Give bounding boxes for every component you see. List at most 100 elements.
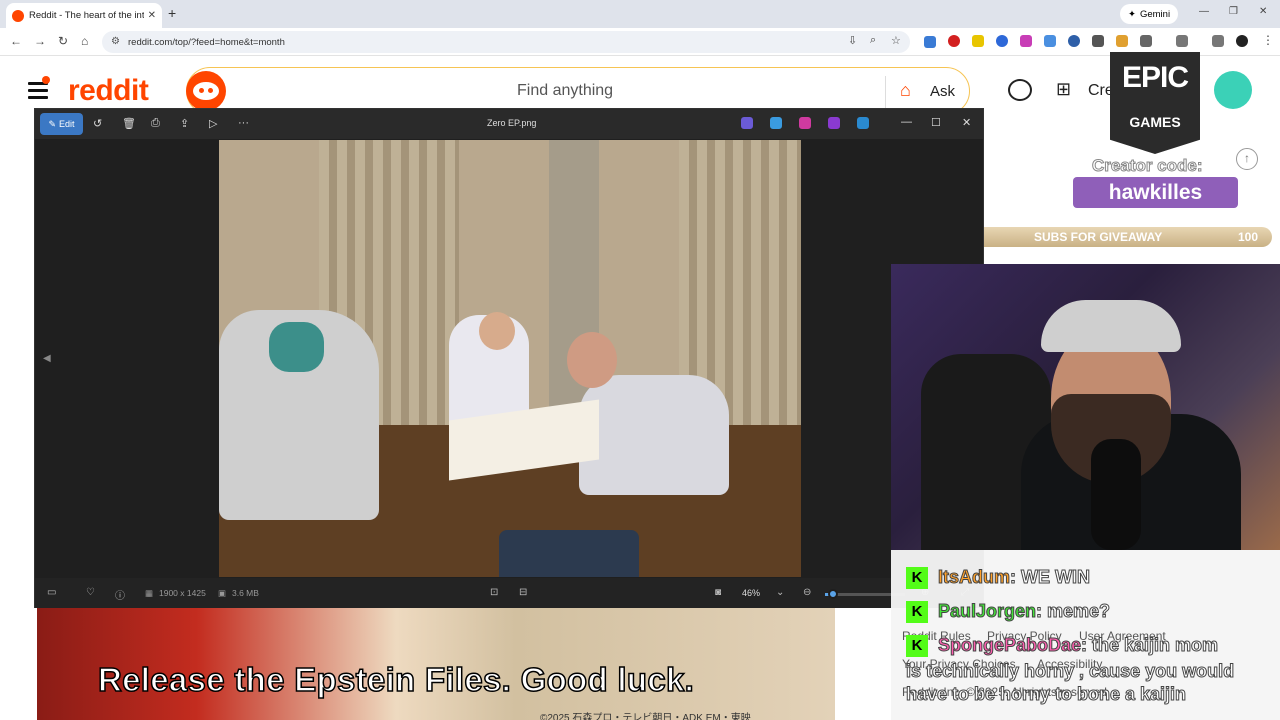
extensions-puzzle-icon[interactable] xyxy=(1140,35,1152,47)
site-info-icon[interactable]: ⚙ xyxy=(111,36,120,47)
avatar[interactable] xyxy=(1214,71,1252,109)
create-icon[interactable]: ⊞ xyxy=(1056,79,1071,100)
chat-icon[interactable] xyxy=(1008,79,1032,101)
chat-username: ItsAdum xyxy=(938,567,1011,588)
favorite-icon[interactable]: ♡ xyxy=(86,587,95,598)
edit-label: Edit xyxy=(59,119,75,129)
screenshot-icon[interactable]: ◙ xyxy=(715,587,721,598)
install-icon[interactable]: ⇩ xyxy=(848,34,857,47)
menu-icon[interactable] xyxy=(28,76,50,99)
home-icon[interactable]: ⌂ xyxy=(81,34,88,48)
chat-message: K SpongePaboDae: the kaijin mom xyxy=(906,635,1219,658)
delete-icon[interactable]: 🗑 xyxy=(122,117,136,130)
reddit-logo[interactable]: reddit xyxy=(68,74,149,108)
onedrive-icon[interactable] xyxy=(857,117,869,129)
tab-strip: Reddit - The heart of the intern ✕ + ✦ G… xyxy=(0,0,1280,28)
previous-image-icon[interactable]: ◀ xyxy=(43,353,51,364)
tab-title: Reddit - The heart of the intern xyxy=(29,10,144,21)
bookmark-star-icon[interactable]: ☆ xyxy=(891,34,901,47)
edit-icon: ✎ xyxy=(48,118,57,129)
zoom-out-icon[interactable]: ⊖ xyxy=(803,587,811,598)
epic-logo-line1: EPIC xyxy=(1121,61,1189,94)
desk-phone xyxy=(499,530,639,577)
zoom-dropdown-icon[interactable]: ⌄ xyxy=(776,587,784,598)
viewer-minimize-icon[interactable]: — xyxy=(901,116,912,128)
extension-icon[interactable] xyxy=(1092,35,1104,47)
close-window-icon[interactable]: ✕ xyxy=(1259,6,1267,17)
share-icon[interactable]: ⇪ xyxy=(180,117,189,130)
snoo-icon xyxy=(186,71,226,111)
edit-button[interactable]: ✎ Edit xyxy=(40,113,83,135)
file-size-icon: ▣ xyxy=(218,588,227,598)
kick-badge-icon: K xyxy=(906,601,928,624)
rotate-icon[interactable]: ↺ xyxy=(93,117,102,130)
filmstrip-icon[interactable]: ▭ xyxy=(47,587,56,598)
extension-icon[interactable] xyxy=(1068,35,1080,47)
video-copyright: ©2025 石森プロ・テレビ朝日・ADK EM・東映 xyxy=(540,713,751,720)
profile-icon[interactable] xyxy=(1236,35,1248,47)
extension-icon[interactable] xyxy=(996,35,1008,47)
designer-icon[interactable] xyxy=(799,117,811,129)
file-name: Zero EP.png xyxy=(487,118,537,128)
person-right-head xyxy=(567,332,617,388)
viewer-close-icon[interactable]: ✕ xyxy=(962,116,971,129)
create-button[interactable]: Cre xyxy=(1088,82,1114,100)
creator-code-value: hawkilles xyxy=(1073,177,1238,208)
chat-text: : the kaijin mom xyxy=(1081,635,1219,656)
actual-size-icon[interactable]: ⊟ xyxy=(519,587,527,598)
chat-text: : meme? xyxy=(1036,601,1111,622)
back-icon[interactable]: ← xyxy=(10,34,22,48)
viewer-toolbar: ✎ Edit ↺ 🗑 ⎙ ⇪ ▷ ··· Zero EP.png — ☐ ✕ xyxy=(35,109,983,139)
zoom-level[interactable]: 46% xyxy=(742,588,760,598)
kick-badge-icon: K xyxy=(906,635,928,658)
subs-label: SUBS FOR GIVEAWAY xyxy=(1034,230,1163,244)
streamer-cap xyxy=(1041,300,1181,352)
gemini-button[interactable]: ✦ Gemini xyxy=(1120,4,1179,24)
ask-button[interactable]: Ask xyxy=(930,83,955,100)
more-menu-icon[interactable]: ⋮ xyxy=(1262,33,1274,47)
kick-badge-icon: K xyxy=(906,567,928,590)
clipchamp-icon[interactable] xyxy=(828,117,840,129)
extension-icon[interactable] xyxy=(924,36,936,48)
zoom-slider-knob[interactable] xyxy=(828,589,838,599)
address-bar[interactable]: ⚙ reddit.com/top/?feed=home&t=month xyxy=(102,31,910,53)
viewer-status-bar: ▭ ♡ ⓘ ▦ 1900 x 1425 ▣ 3.6 MB ⊡ ⊟ ◙ 46% ⌄… xyxy=(35,578,983,608)
new-tab-button[interactable]: + xyxy=(168,5,176,21)
person-right xyxy=(579,375,729,495)
reddit-favicon-icon xyxy=(12,9,24,22)
photo-viewer-window: ✎ Edit ↺ 🗑 ⎙ ⇪ ▷ ··· Zero EP.png — ☐ ✕ ◀… xyxy=(34,108,984,608)
epic-logo-line2: GAMES xyxy=(1129,114,1181,130)
zoom-icon[interactable]: ⌕ xyxy=(870,34,876,47)
more-options-icon[interactable]: ··· xyxy=(238,117,249,129)
tab-reddit[interactable]: Reddit - The heart of the intern ✕ xyxy=(6,3,162,28)
notification-dot xyxy=(42,76,50,84)
reload-icon[interactable]: ↻ xyxy=(58,34,68,48)
info-icon[interactable]: ⓘ xyxy=(115,587,125,602)
scroll-top-icon[interactable]: ↑ xyxy=(1236,148,1258,170)
sidebar-icon[interactable] xyxy=(1176,35,1188,47)
extension-icon[interactable] xyxy=(948,35,960,47)
chat-username: SpongePaboDae xyxy=(937,635,1082,656)
forward-icon[interactable]: → xyxy=(34,34,46,48)
translate-icon[interactable] xyxy=(1044,35,1056,47)
slideshow-icon[interactable]: ▷ xyxy=(209,117,217,130)
edit-ai-icon[interactable] xyxy=(770,117,782,129)
reading-list-icon[interactable] xyxy=(1212,35,1224,47)
print-icon[interactable]: ⎙ xyxy=(151,117,160,130)
fit-icon[interactable]: ⊡ xyxy=(490,587,498,598)
microphone xyxy=(1091,439,1141,550)
minimize-icon[interactable]: — xyxy=(1199,6,1209,17)
person-left-head xyxy=(479,312,515,350)
ask-icon[interactable]: ⌂ xyxy=(900,80,911,101)
copilot-icon[interactable] xyxy=(741,117,753,129)
chat-username: PaulJorgen xyxy=(937,601,1037,622)
extension-icon[interactable] xyxy=(1020,35,1032,47)
close-tab-icon[interactable]: ✕ xyxy=(148,10,156,21)
viewer-maximize-icon[interactable]: ☐ xyxy=(931,116,941,129)
chat-text: : WE WIN xyxy=(1010,567,1091,588)
restore-icon[interactable]: ❐ xyxy=(1229,6,1238,17)
chat-text-continued: have to be horny to bone a kaijin xyxy=(905,684,1187,705)
extension-icon[interactable] xyxy=(1116,35,1128,47)
gemini-label: Gemini xyxy=(1139,8,1171,20)
extension-icon[interactable] xyxy=(972,35,984,47)
